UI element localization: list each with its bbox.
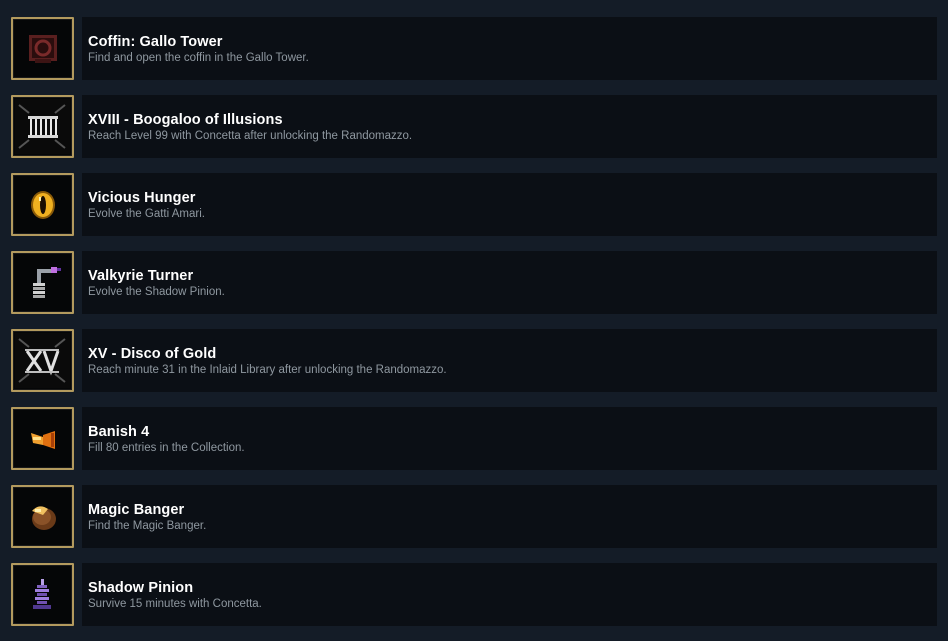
achievement-bar: XV - Disco of Gold Reach minute 31 in th… <box>82 329 937 392</box>
achievement-description: Survive 15 minutes with Concetta. <box>88 598 262 610</box>
achievement-description: Find the Magic Banger. <box>88 520 207 532</box>
achievement-bar: Shadow Pinion Survive 15 minutes with Co… <box>82 563 937 626</box>
achievement-row[interactable]: Valkyrie Turner Evolve the Shadow Pinion… <box>0 251 948 329</box>
achievement-title: Magic Banger <box>88 502 185 518</box>
achievement-row[interactable]: Banish 4 Fill 80 entries in the Collecti… <box>0 407 948 485</box>
achievement-row[interactable]: Vicious Hunger Evolve the Gatti Amari. <box>0 173 948 251</box>
achievement-description: Reach minute 31 in the Inlaid Library af… <box>88 364 447 376</box>
achievement-bar: XVIII - Boogaloo of Illusions Reach Leve… <box>82 95 937 158</box>
achievement-bar: Valkyrie Turner Evolve the Shadow Pinion… <box>82 251 937 314</box>
achievement-bar: Banish 4 Fill 80 entries in the Collecti… <box>82 407 937 470</box>
achievement-title: Vicious Hunger <box>88 190 196 206</box>
achievement-bar: Vicious Hunger Evolve the Gatti Amari. <box>82 173 937 236</box>
achievement-description: Evolve the Gatti Amari. <box>88 208 205 220</box>
achievement-list: Coffin: Gallo Tower Find and open the co… <box>0 0 948 638</box>
achievement-title: XVIII - Boogaloo of Illusions <box>88 112 283 128</box>
banish-horn-icon <box>11 407 74 470</box>
achievement-description: Fill 80 entries in the Collection. <box>88 442 245 454</box>
roman-xviii-card-icon <box>11 95 74 158</box>
shadow-pinion-icon <box>11 563 74 626</box>
achievement-title: Shadow Pinion <box>88 580 194 596</box>
achievement-row[interactable]: Shadow Pinion Survive 15 minutes with Co… <box>0 563 948 641</box>
golden-eye-icon <box>11 173 74 236</box>
coffin-icon <box>11 17 74 80</box>
achievement-description: Find and open the coffin in the Gallo To… <box>88 52 309 64</box>
achievement-bar: Magic Banger Find the Magic Banger. <box>82 485 937 548</box>
achievement-title: Coffin: Gallo Tower <box>88 34 223 50</box>
achievement-row[interactable]: Magic Banger Find the Magic Banger. <box>0 485 948 563</box>
achievement-title: Banish 4 <box>88 424 150 440</box>
achievement-description: Reach Level 99 with Concetta after unloc… <box>88 130 413 142</box>
achievement-row[interactable]: XV - Disco of Gold Reach minute 31 in th… <box>0 329 948 407</box>
achievement-title: XV - Disco of Gold <box>88 346 217 362</box>
valkyrie-pinion-icon <box>11 251 74 314</box>
achievement-row[interactable]: XVIII - Boogaloo of Illusions Reach Leve… <box>0 95 948 173</box>
achievement-description: Evolve the Shadow Pinion. <box>88 286 225 298</box>
roman-xv-card-icon <box>11 329 74 392</box>
achievement-row[interactable]: Coffin: Gallo Tower Find and open the co… <box>0 17 948 95</box>
achievement-title: Valkyrie Turner <box>88 268 194 284</box>
magic-banger-icon <box>11 485 74 548</box>
achievement-bar: Coffin: Gallo Tower Find and open the co… <box>82 17 937 80</box>
